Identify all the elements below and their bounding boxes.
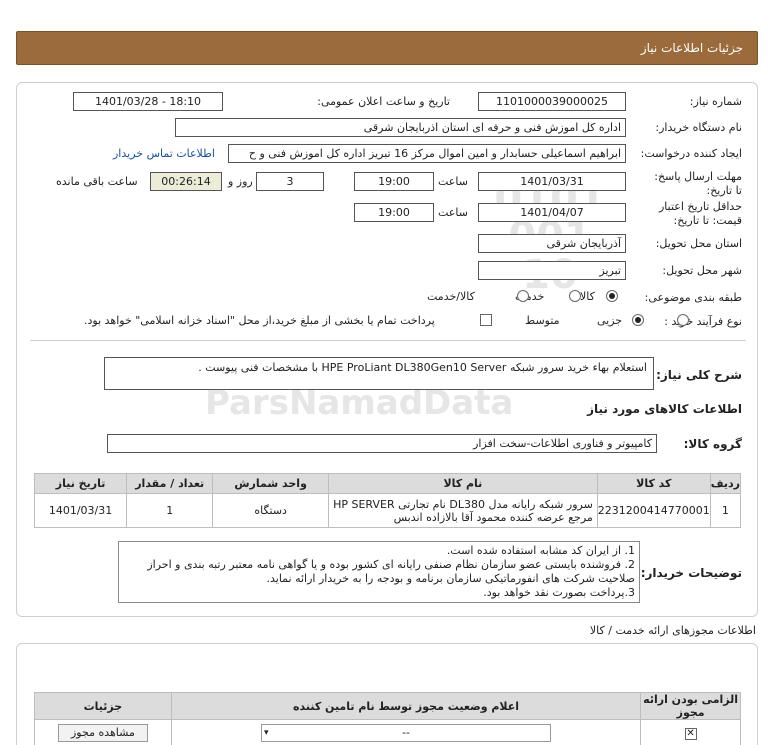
remaining-label: ساعت باقی مانده [56, 175, 138, 188]
process-label: نوع فرآیند خرید : [664, 315, 742, 328]
delivery-province-field: آذربایجان شرقی [478, 234, 626, 253]
table-row: 1 2231200414770001 سرور شبکه رایانه مدل … [33, 493, 742, 528]
buyer-note-line: 1. از ایران کد مشابه استفاده شده است. [446, 544, 635, 557]
days-label: روز و [228, 175, 253, 188]
deadline-time-field: 19:00 [354, 172, 434, 191]
category-option-goods-service: کالا/خدمت [427, 290, 475, 303]
price-valid-time-label: ساعت [438, 206, 468, 219]
divider [30, 340, 746, 341]
buyer-org-field: اداره کل اموزش فنی و حرفه ای استان اذربا… [175, 118, 626, 137]
page-title: جزئیات اطلاعات نیاز [640, 41, 743, 55]
chevron-down-icon: ▾ [264, 727, 269, 738]
buyer-org-label: نام دستگاه خریدار: [655, 121, 742, 134]
permits-table: الزامی بودن ارائه مجوز اعلام وضعیت مجوز … [34, 692, 741, 745]
process-radio-minor[interactable] [676, 314, 689, 326]
process-option-medium: متوسط [525, 314, 560, 327]
col-date: تاریخ نیاز [33, 473, 128, 494]
process-option-minor: جزیی [597, 314, 623, 327]
category-radio-goods[interactable] [606, 290, 618, 302]
permit-required-checkbox[interactable]: ✕ [684, 727, 697, 740]
category-option-goods: کالا [580, 290, 595, 303]
announce-field: 1401/03/28 - 18:10 [73, 92, 223, 111]
buyer-notes-box: 1. از ایران کد مشابه استفاده شده است. 2.… [118, 541, 640, 603]
creator-label: ایجاد کننده درخواست: [640, 147, 742, 160]
category-label: طبقه بندی موضوعی: [644, 291, 742, 304]
announce-label: تاریخ و ساعت اعلان عمومی: [317, 95, 450, 108]
col-unit: واحد شمارش [212, 473, 329, 494]
category-radio-goods-service[interactable] [517, 290, 529, 302]
treasury-payment-checkbox[interactable] [480, 314, 492, 326]
page-header: جزئیات اطلاعات نیاز [16, 31, 758, 65]
col-permit-status: اعلام وضعیت مجوز توسط نام تامین کننده [170, 692, 642, 720]
price-valid-label: حداقل تاریخ اعتبار قیمت: تا تاریخ: [658, 200, 742, 227]
permits-section-title: اطلاعات مجوزهای ارائه خدمت / کالا [589, 624, 756, 637]
treasury-payment-note: پرداخت تمام یا بخشی از مبلغ خرید،از محل … [84, 314, 435, 327]
col-permit-required: الزامی بودن ارائه مجوز [640, 692, 741, 720]
buyer-notes-label: توضیحات خریدار: [640, 566, 742, 580]
price-valid-time-field: 19:00 [354, 203, 434, 222]
view-permit-button[interactable]: مشاهده مجوز [57, 723, 148, 742]
table-row: ✕ -- ▾ مشاهده مجوز [34, 719, 741, 745]
buyer-note-line: 3.پرداخت بصورت نقد خواهد بود. [483, 586, 635, 599]
col-row: ردیف [709, 473, 742, 494]
deadline-label: مهلت ارسال پاسخ: تا تاریخ: [654, 170, 742, 197]
delivery-city-label: شهر محل تحویل: [662, 264, 742, 277]
goods-table: ردیف کد کالا نام کالا واحد شمارش تعداد /… [33, 473, 742, 528]
cell-date: 1401/03/31 [33, 493, 128, 528]
description-text: استعلام بهاء خرید سرور شبکه HPE ProLiant… [198, 361, 647, 374]
category-radio-service[interactable] [568, 290, 581, 302]
goods-section-title: اطلاعات کالاهای مورد نیاز [587, 402, 742, 416]
col-name: نام کالا [327, 473, 598, 494]
buyer-note-line: 2. فروشنده بایستی عضو سازمان نظام صنفی ر… [147, 558, 635, 585]
permit-status-value: -- [402, 725, 410, 739]
cell-row: 1 [709, 493, 742, 528]
delivery-city-field: تبریز [478, 261, 626, 280]
goods-group-label: گروه کالا: [683, 437, 742, 451]
process-radio-medium[interactable] [632, 314, 644, 326]
days-field: 3 [256, 172, 324, 191]
description-box: استعلام بهاء خرید سرور شبکه HPE ProLiant… [104, 357, 654, 390]
price-valid-date-field: 1401/04/07 [478, 203, 626, 222]
need-number-label: شماره نیاز: [689, 95, 742, 108]
cell-code: 2231200414770001 [596, 493, 711, 528]
deadline-time-label: ساعت [438, 175, 468, 188]
cell-qty: 1 [126, 493, 214, 528]
col-code: کد کالا [596, 473, 711, 494]
description-label: شرح کلی نیاز: [656, 368, 742, 382]
cell-name: سرور شبکه رایانه مدل DL380 نام تجارتی HP… [327, 493, 598, 528]
creator-field: ابراهیم اسماعیلی حسابدار و امین اموال مر… [228, 144, 626, 163]
deadline-date-field: 1401/03/31 [478, 172, 626, 191]
contact-buyer-link[interactable]: اطلاعات تماس خریدار [113, 147, 215, 160]
permit-status-select[interactable]: -- ▾ [261, 723, 552, 742]
cell-unit: دستگاه [212, 493, 329, 528]
col-qty: تعداد / مقدار [126, 473, 214, 494]
remaining-time-field: 00:26:14 [150, 172, 222, 191]
goods-group-field: کامپیوتر و فناوری اطلاعات-سخت افزار [107, 434, 657, 453]
need-number-field: 1101000039000025 [478, 92, 626, 111]
col-permit-details: جزئیات [34, 692, 172, 720]
delivery-province-label: استان محل تحویل: [655, 237, 742, 250]
